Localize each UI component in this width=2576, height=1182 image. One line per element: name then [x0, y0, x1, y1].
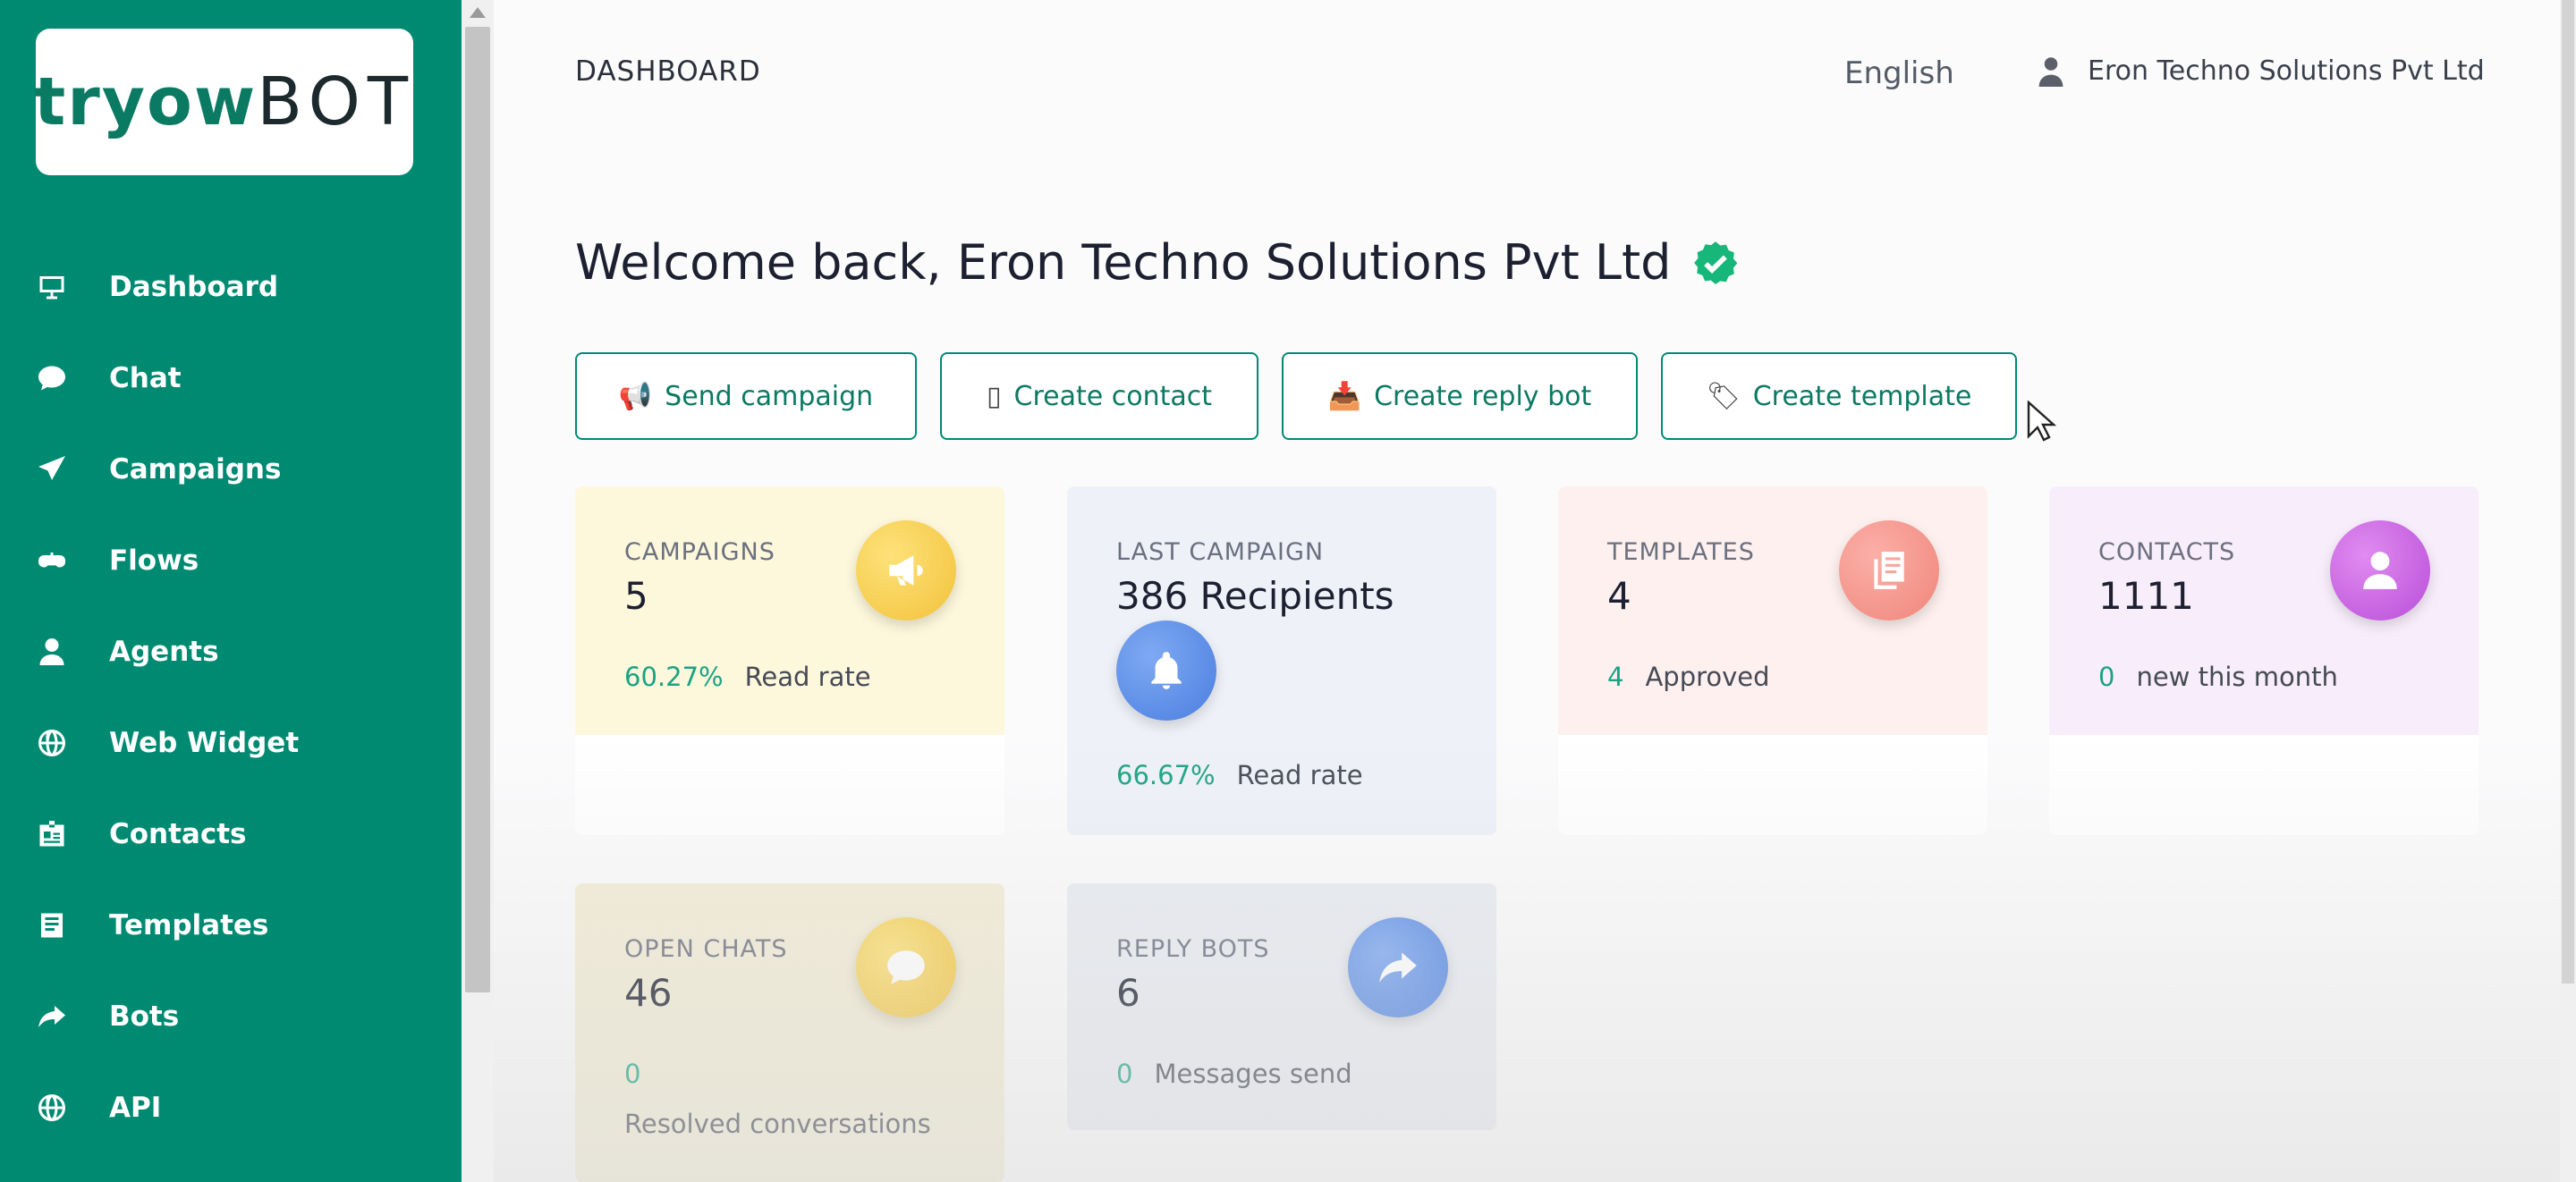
card-label: OPEN CHATS: [624, 935, 788, 963]
paper-plane-icon: [34, 452, 70, 487]
send-campaign-button[interactable]: 📢 Send campaign: [575, 352, 917, 440]
scrollbar-thumb[interactable]: [465, 27, 490, 992]
brand-logo[interactable]: tryowBOT: [33, 29, 416, 175]
card-label: CAMPAIGNS: [624, 538, 775, 566]
id-card-icon: [34, 816, 70, 852]
open-chats-card[interactable]: OPEN CHATS 46 0 Resolved conversations: [575, 883, 1004, 1182]
user-icon: [2038, 56, 2063, 87]
sidebar-item-agents[interactable]: Agents: [0, 606, 462, 697]
language-selector[interactable]: English: [1844, 55, 1954, 91]
sidebar-item-label: Bots: [109, 1000, 180, 1033]
sidebar-item-label: Dashboard: [109, 271, 279, 303]
sidebar-item-label: Chat: [109, 362, 182, 394]
sidebar-item-campaigns[interactable]: Campaigns: [0, 424, 462, 515]
card-footer: [2049, 735, 2479, 835]
sidebar-item-templates[interactable]: Templates: [0, 880, 462, 971]
bell-icon: [1116, 621, 1216, 721]
sidebar-item-label: Web Widget: [109, 727, 300, 759]
card-label: LAST CAMPAIGN: [1116, 538, 1325, 566]
card-stat: 66.67% Read rate: [1116, 760, 1363, 790]
sidebar-item-dashboard[interactable]: Dashboard: [0, 241, 462, 333]
button-label: Create template: [1752, 380, 1972, 412]
user-icon: [2330, 520, 2430, 621]
user-name: Eron Techno Solutions Pvt Ltd: [2088, 55, 2485, 87]
card-value: 6: [1116, 971, 1140, 1015]
card-footer: [575, 735, 1004, 835]
sidebar-item-label: Contacts: [109, 818, 247, 850]
create-contact-button[interactable]: ▯ Create contact: [940, 352, 1258, 440]
campaigns-card[interactable]: CAMPAIGNS 5 60.27% Read rate: [575, 486, 1004, 835]
sidebar-item-label: Campaigns: [109, 453, 282, 485]
card-stat: 60.27% Read rate: [624, 662, 871, 692]
chat-bubble-icon: [856, 917, 956, 1017]
documents-icon: [1839, 520, 1939, 621]
card-label: REPLY BOTS: [1116, 935, 1270, 963]
create-template-button[interactable]: 🏷 Create template: [1661, 352, 2017, 440]
gamepad-icon: [34, 543, 70, 578]
page-title: DASHBOARD: [575, 55, 761, 88]
contacts-card[interactable]: CONTACTS 1111 0 new this month: [2049, 486, 2479, 835]
create-reply-bot-button[interactable]: 📥 Create reply bot: [1282, 352, 1638, 440]
button-label: Send campaign: [665, 380, 874, 412]
tag-icon: 🏷: [1706, 380, 1741, 412]
card-value: 4: [1607, 574, 1631, 618]
welcome-text: Welcome back, Eron Techno Solutions Pvt …: [575, 234, 1672, 291]
card-stat-text: Resolved conversations: [624, 1109, 931, 1139]
card-value: 5: [624, 574, 648, 618]
card-value: 1111: [2098, 574, 2194, 618]
sidebar-item-label: Flows: [109, 545, 199, 577]
quick-actions: 📢 Send campaign ▯ Create contact 📥 Creat…: [575, 352, 2040, 440]
button-label: Create contact: [1013, 380, 1212, 412]
megaphone-icon: 📢: [618, 380, 653, 412]
card-stat: 0 new this month: [2098, 662, 2338, 692]
mouse-cursor-icon: [2027, 401, 2057, 442]
welcome-heading: Welcome back, Eron Techno Solutions Pvt …: [575, 234, 1739, 291]
share-arrow-icon: [34, 999, 70, 1034]
sidebar-item-web-widget[interactable]: Web Widget: [0, 697, 462, 789]
inbox-tray-icon: 📥: [1327, 380, 1362, 412]
card-stat-number: 0: [624, 1059, 641, 1089]
phone-icon: ▯: [987, 380, 1002, 412]
sidebar-item-api[interactable]: API: [0, 1062, 462, 1153]
card-label: TEMPLATES: [1607, 538, 1755, 566]
scrollbar-thumb[interactable]: [2562, 0, 2574, 984]
page-scrollbar[interactable]: [2560, 0, 2576, 1182]
globe-icon: [34, 725, 70, 761]
monitor-icon: [34, 269, 70, 305]
verified-badge-icon: [1694, 241, 1738, 284]
card-stat: 0 Messages send: [1116, 1059, 1352, 1089]
globe-icon: [34, 1090, 70, 1126]
templates-card[interactable]: TEMPLATES 4 4 Approved: [1558, 486, 1987, 835]
scroll-up-arrow-icon[interactable]: [470, 7, 486, 18]
card-value: 386 Recipients: [1116, 574, 1394, 618]
logo-text: tryowBOT: [33, 63, 416, 140]
sidebar-item-flows[interactable]: Flows: [0, 515, 462, 606]
sidebar: tryowBOT Dashboard Chat Campaigns Flows …: [0, 0, 462, 1182]
sidebar-item-label: API: [109, 1092, 162, 1124]
reply-bots-card[interactable]: REPLY BOTS 6 0 Messages send: [1067, 883, 1496, 1130]
sidebar-item-chat[interactable]: Chat: [0, 333, 462, 424]
user-menu[interactable]: Eron Techno Solutions Pvt Ltd: [2038, 55, 2485, 87]
sidebar-item-bots[interactable]: Bots: [0, 971, 462, 1062]
card-footer: [1558, 735, 1987, 835]
card-label: CONTACTS: [2098, 538, 2236, 566]
last-campaign-card[interactable]: LAST CAMPAIGN 386 Recipients 66.67% Read …: [1067, 486, 1496, 835]
chat-bubble-icon: [34, 360, 70, 396]
sidebar-item-label: Agents: [109, 636, 219, 668]
sidebar-item-contacts[interactable]: Contacts: [0, 789, 462, 880]
card-stat: 4 Approved: [1607, 662, 1770, 692]
megaphone-icon: [856, 520, 956, 621]
share-arrow-icon: [1348, 917, 1448, 1017]
sidebar-scrollbar[interactable]: [462, 0, 494, 1182]
sidebar-item-label: Templates: [109, 909, 269, 941]
card-value: 46: [624, 971, 673, 1015]
user-icon: [34, 634, 70, 670]
document-icon: [34, 908, 70, 943]
button-label: Create reply bot: [1374, 380, 1592, 412]
sidebar-nav: Dashboard Chat Campaigns Flows Agents We…: [0, 241, 462, 1153]
